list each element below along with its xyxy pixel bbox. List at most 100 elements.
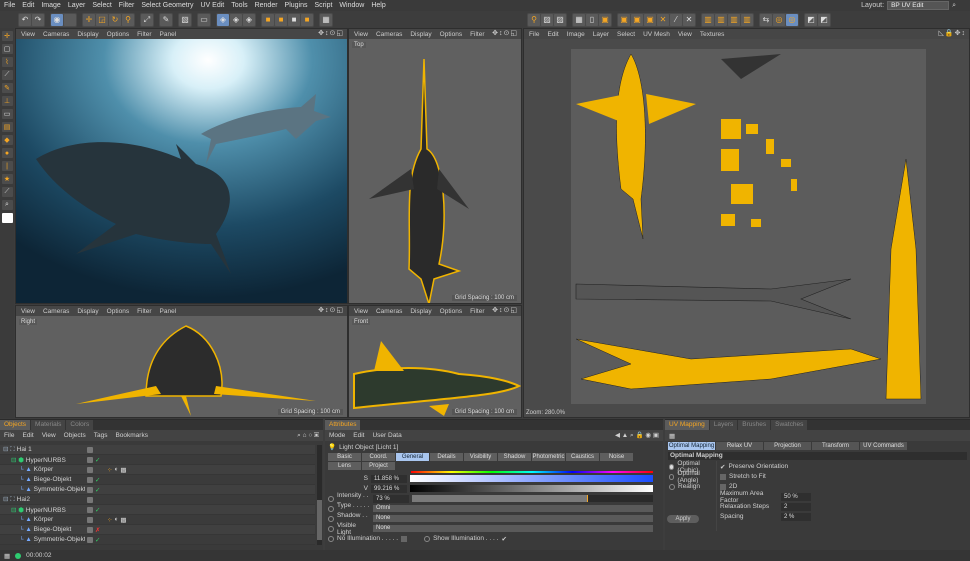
enabled-check[interactable]: ✓ [95,486,100,494]
subtab-projection[interactable]: Projection [764,442,811,450]
uv-stretch-icon[interactable]: ▨ [541,13,553,26]
visibility-toggle[interactable] [87,506,93,513]
obj-menu-file[interactable]: File [4,432,14,439]
move-tool-icon[interactable]: ✛ [1,31,13,41]
object-mode-icon[interactable]: ■ [275,13,287,26]
v-field[interactable]: 99.216 % [371,484,407,493]
tab-attributes[interactable]: Attributes [325,420,361,430]
enabled-check[interactable]: ✓ [95,476,100,484]
attr-menu-user-data[interactable]: User Data [372,432,401,439]
mirror-v-icon[interactable]: ▥ [715,13,727,26]
tab-swatches[interactable]: Swatches [771,420,808,430]
visible-light-dropdown[interactable]: None [373,525,653,532]
menu-layer[interactable]: Layer [68,2,86,9]
object-row[interactable]: └ ▲ Biege-Objekt ✗ [0,525,315,535]
uv-copy-icon[interactable]: ▣ [599,13,611,26]
scale-icon[interactable]: ◲ [96,13,108,26]
max-area-factor-field[interactable]: 50 % [781,492,811,501]
obj-menu-view[interactable]: View [42,432,56,439]
uv-menu-image[interactable]: Image [567,31,585,38]
menu-file[interactable]: File [4,2,15,9]
eyedropper-icon[interactable]: ⟋ [1,187,13,197]
anim-dot[interactable] [328,515,334,522]
gradient-icon[interactable]: ▤ [1,122,13,132]
tab-objects[interactable]: Objects [0,420,31,430]
menu-window[interactable]: Window [339,2,364,9]
menu-filter[interactable]: Filter [470,31,484,38]
uv-relax-icon[interactable]: ▨ [554,13,566,26]
attr-menu-edit[interactable]: Edit [353,432,364,439]
menu-options[interactable]: Options [440,31,462,38]
menu-display[interactable]: Display [77,31,98,38]
navigation-icons[interactable]: ✥↕⊙◱ [318,29,344,37]
object-row[interactable]: ⊟ ⛶ Hai 1 [0,445,315,455]
color-swatch-icon[interactable] [1,213,13,223]
radio-realign[interactable] [669,483,675,490]
menu-image[interactable]: Image [41,2,60,9]
align-center-icon[interactable]: ▣ [631,13,643,26]
selection-icon[interactable] [64,13,76,26]
magnifier-icon[interactable]: ⌕ [1,200,13,210]
live-selection-icon[interactable]: ◉ [51,13,63,26]
visibility-toggle[interactable] [87,536,93,543]
intensity-field[interactable]: 73 % [373,494,409,503]
saturation-slider[interactable] [410,475,653,482]
tab-brushes[interactable]: Brushes [738,420,771,430]
star-icon[interactable]: ★ [1,174,13,184]
menu-view[interactable]: View [354,308,368,315]
uv-polygons-icon[interactable]: ◈ [230,13,242,26]
anim-dot[interactable] [424,535,431,542]
menu-filter[interactable]: Filter [119,2,135,9]
distribute-v-icon[interactable]: ▥ [741,13,753,26]
rotate-icon[interactable]: ↻ [109,13,121,26]
attr-tab-lens[interactable]: Lens [328,462,361,470]
objects-header-icons[interactable]: ⌕ ⌂ ○ ▣ [297,432,319,440]
menu-cameras[interactable]: Cameras [376,308,402,315]
anim-dot[interactable] [328,505,334,512]
object-tags[interactable]: ⁘ ◐ ▩ [107,466,127,474]
uv-sphere-icon[interactable]: ◎ [773,13,785,26]
uv-edges-icon[interactable]: ◈ [243,13,255,26]
texture-mode-icon[interactable]: ▦ [320,13,332,26]
visibility-toggle[interactable] [87,486,93,493]
viewport-front[interactable]: View Cameras Display Options Filter ✥↕⊙◱ Fron… [348,305,522,418]
object-row[interactable]: └ ▲ Symmetrie-Objekt ✓ [0,535,315,545]
stretch-to-fit-checkbox[interactable] [720,473,726,480]
attr-menu-mode[interactable]: Mode [329,432,345,439]
object-row[interactable]: └ ▲ Biege-Objekt ✓ [0,475,315,485]
tab-materials[interactable]: Materials [31,420,66,430]
type-dropdown[interactable]: Omni [373,505,653,512]
mirror-u-icon[interactable]: ▥ [702,13,714,26]
anim-dot[interactable] [328,495,334,502]
tab-uv-mapping[interactable]: UV Mapping [665,420,709,430]
menu-options[interactable]: Options [440,308,462,315]
tab-layers[interactable]: Layers [709,420,738,430]
menu-display[interactable]: Display [410,31,431,38]
uv-box-icon[interactable]: ▯ [586,13,598,26]
visibility-toggle[interactable] [87,516,93,523]
object-row[interactable]: └ ▲ Körper ⁘ ◐ ▩ [0,515,315,525]
menu-panel[interactable]: Panel [160,308,177,315]
object-row[interactable]: ⊟ ⬢ HyperNURBS ✓ [0,505,315,515]
radio-optimal-cubic[interactable] [669,463,675,470]
menu-filter[interactable]: Filter [137,308,151,315]
uv-menu-view[interactable]: View [678,31,692,38]
attr-tab-photometric[interactable]: Photometric [532,453,565,461]
uv-grid-icon[interactable]: ▦ [573,13,585,26]
enabled-check[interactable]: ✓ [95,506,100,514]
tab-colors[interactable]: Colors [66,420,94,430]
attr-tab-noise[interactable]: Noise [600,453,633,461]
search-icon[interactable]: ⌕ [952,2,956,10]
apply-button[interactable]: Apply [667,515,699,523]
uv-menu-file[interactable]: File [529,31,539,38]
no-illumination-checkbox[interactable] [401,535,408,542]
visibility-toggle[interactable] [87,496,93,503]
attr-header-icons[interactable]: ◀ ▲ ⌕ 🔒 ◉ ▣ [615,431,659,440]
smudge-icon[interactable]: ● [1,148,13,158]
layer-icon[interactable]: ▭ [198,13,210,26]
fit-icon[interactable]: ✕ [657,13,669,26]
uv-points-icon[interactable]: ◈ [217,13,229,26]
radio-optimal-angle[interactable] [669,473,675,480]
object-tags[interactable]: ⁘ ◐ ▩ [107,516,127,524]
spacing-field[interactable]: 2 % [781,512,811,521]
